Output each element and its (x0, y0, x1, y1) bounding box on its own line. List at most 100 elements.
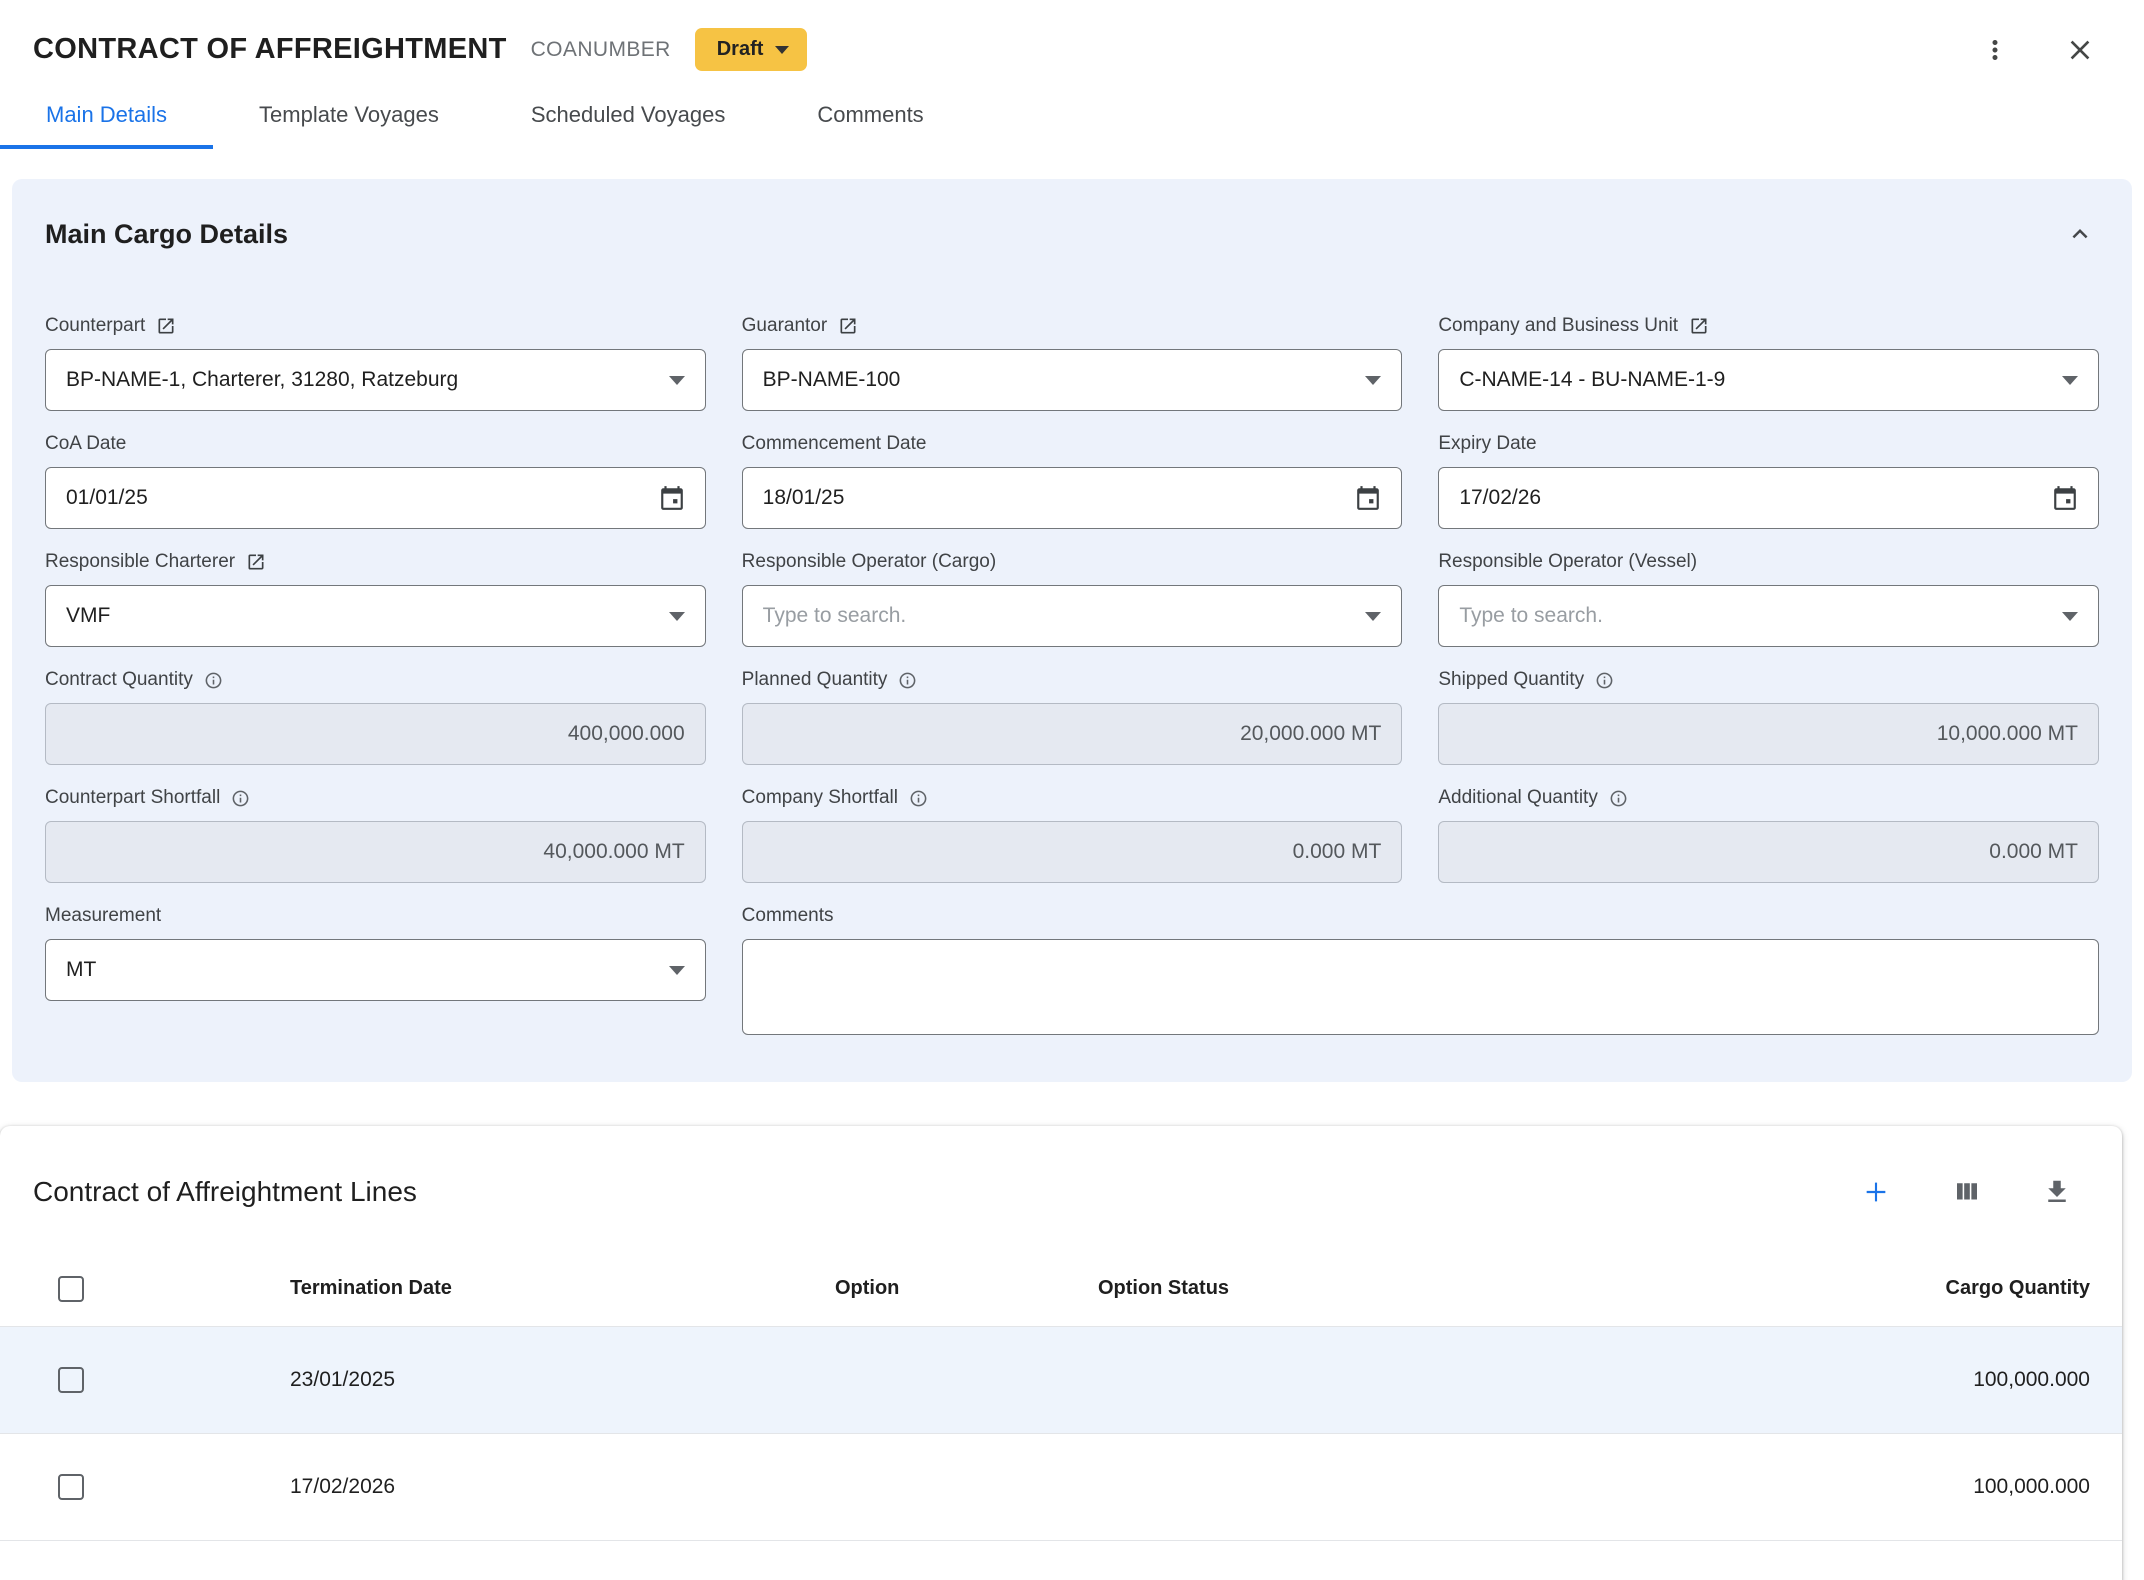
info-icon[interactable] (898, 671, 917, 690)
external-link-icon[interactable] (838, 316, 858, 336)
cargo-quantity-cell: 100,000.000 (1528, 1326, 2122, 1433)
add-line-button[interactable] (1856, 1172, 1896, 1212)
info-icon[interactable] (909, 789, 928, 808)
info-icon[interactable] (1609, 789, 1628, 808)
comments-textarea[interactable] (742, 939, 2099, 1035)
commencement-date-input[interactable]: 18/01/25 (742, 467, 1403, 529)
comments-label: Comments (742, 905, 834, 927)
expiry-date-input[interactable]: 17/02/26 (1438, 467, 2099, 529)
plus-icon (1860, 1176, 1892, 1208)
chevron-down-icon (2062, 376, 2078, 385)
shipped-quantity-label: Shipped Quantity (1438, 669, 1584, 691)
responsible-operator-vessel-label: Responsible Operator (Vessel) (1438, 551, 1697, 573)
external-link-icon[interactable] (156, 316, 176, 336)
responsible-charterer-label: Responsible Charterer (45, 551, 235, 573)
guarantor-select[interactable]: BP-NAME-100 (742, 349, 1403, 411)
commencement-date-label: Commencement Date (742, 433, 927, 455)
more-options-button[interactable] (1976, 31, 2014, 69)
company-business-unit-value: C-NAME-14 - BU-NAME-1-9 (1459, 368, 1725, 392)
company-shortfall-label: Company Shortfall (742, 787, 898, 809)
info-icon[interactable] (231, 789, 250, 808)
contract-quantity-value: 400,000.000 (568, 722, 685, 746)
expiry-date-label: Expiry Date (1438, 433, 1536, 455)
download-icon (2042, 1177, 2072, 1207)
collapse-section-button[interactable] (2061, 215, 2099, 253)
calendar-icon[interactable] (2052, 485, 2078, 511)
responsible-operator-cargo-input[interactable]: Type to search. (742, 585, 1403, 647)
header-actions (1976, 30, 2100, 70)
close-icon (2064, 34, 2096, 66)
column-settings-button[interactable] (1948, 1173, 1986, 1211)
info-icon[interactable] (204, 671, 223, 690)
responsible-charterer-select[interactable]: VMF (45, 585, 706, 647)
coa-date-value: 01/01/25 (66, 486, 148, 510)
column-header-cargo-quantity[interactable]: Cargo Quantity (1528, 1252, 2122, 1326)
planned-quantity-value: 20,000.000 MT (1240, 722, 1381, 746)
field-responsible-operator-vessel: Responsible Operator (Vessel) Type to se… (1438, 551, 2099, 647)
coa-date-input[interactable]: 01/01/25 (45, 467, 706, 529)
close-button[interactable] (2060, 30, 2100, 70)
field-contract-quantity: Contract Quantity 400,000.000 (45, 669, 706, 765)
company-business-unit-select[interactable]: C-NAME-14 - BU-NAME-1-9 (1438, 349, 2099, 411)
coa-lines-section: Contract of Affreightment Lines (0, 1126, 2122, 1580)
page-title: CONTRACT OF AFFREIGHTMENT (33, 33, 507, 66)
calendar-icon[interactable] (1355, 485, 1381, 511)
field-responsible-operator-cargo: Responsible Operator (Cargo) Type to sea… (742, 551, 1403, 647)
counterpart-select[interactable]: BP-NAME-1, Charterer, 31280, Ratzeburg (45, 349, 706, 411)
column-header-option-status[interactable]: Option Status (1098, 1252, 1528, 1326)
counterpart-shortfall-field: 40,000.000 MT (45, 821, 706, 883)
tab-scheduled-voyages[interactable]: Scheduled Voyages (485, 85, 772, 149)
termination-date-cell: 23/01/2025 (290, 1326, 835, 1433)
option-status-cell (1098, 1433, 1528, 1540)
company-shortfall-field: 0.000 MT (742, 821, 1403, 883)
field-planned-quantity: Planned Quantity 20,000.000 MT (742, 669, 1403, 765)
responsible-operator-cargo-label: Responsible Operator (Cargo) (742, 551, 997, 573)
field-shipped-quantity: Shipped Quantity 10,000.000 MT (1438, 669, 2099, 765)
row-checkbox[interactable] (58, 1367, 84, 1393)
field-company-shortfall: Company Shortfall 0.000 MT (742, 787, 1403, 883)
expiry-date-value: 17/02/26 (1459, 486, 1541, 510)
download-button[interactable] (2038, 1173, 2076, 1211)
external-link-icon[interactable] (246, 552, 266, 572)
coa-lines-title: Contract of Affreightment Lines (33, 1176, 417, 1208)
measurement-select[interactable]: MT (45, 939, 706, 1001)
contract-quantity-field: 400,000.000 (45, 703, 706, 765)
columns-icon (1952, 1177, 1982, 1207)
select-all-checkbox[interactable] (58, 1276, 84, 1302)
responsible-operator-vessel-input[interactable]: Type to search. (1438, 585, 2099, 647)
calendar-icon[interactable] (659, 485, 685, 511)
tab-template-voyages[interactable]: Template Voyages (213, 85, 485, 149)
tab-comments[interactable]: Comments (771, 85, 969, 149)
column-header-termination-date[interactable]: Termination Date (290, 1252, 835, 1326)
additional-quantity-label: Additional Quantity (1438, 787, 1598, 809)
field-measurement: Measurement MT (45, 905, 706, 1001)
company-shortfall-value: 0.000 MT (1293, 840, 1382, 864)
coa-date-label: CoA Date (45, 433, 126, 455)
chevron-up-icon (2065, 219, 2095, 249)
field-counterpart-shortfall: Counterpart Shortfall 40,000.000 MT (45, 787, 706, 883)
contract-quantity-label: Contract Quantity (45, 669, 193, 691)
chevron-down-icon (1365, 612, 1381, 621)
counterpart-shortfall-value: 40,000.000 MT (543, 840, 684, 864)
table-row[interactable]: 17/02/2026 100,000.000 (0, 1433, 2122, 1540)
field-guarantor: Guarantor BP-NAME-100 (742, 315, 1403, 411)
field-commencement-date: Commencement Date 18/01/25 (742, 433, 1403, 529)
contract-number: COANUMBER (531, 38, 671, 62)
coa-lines-header: Contract of Affreightment Lines (0, 1126, 2122, 1238)
chevron-down-icon (669, 966, 685, 975)
tab-main-details[interactable]: Main Details (0, 85, 213, 149)
status-badge[interactable]: Draft (695, 28, 808, 71)
main-cargo-details-section: Main Cargo Details Counterpart BP-NAME-1… (12, 179, 2132, 1082)
shipped-quantity-field: 10,000.000 MT (1438, 703, 2099, 765)
cargo-quantity-cell: 100,000.000 (1528, 1433, 2122, 1540)
guarantor-label: Guarantor (742, 315, 828, 337)
table-row[interactable]: 23/01/2025 100,000.000 (0, 1326, 2122, 1433)
row-checkbox[interactable] (58, 1474, 84, 1500)
commencement-date-value: 18/01/25 (763, 486, 845, 510)
info-icon[interactable] (1595, 671, 1614, 690)
column-header-option[interactable]: Option (835, 1252, 1098, 1326)
external-link-icon[interactable] (1689, 316, 1709, 336)
responsible-charterer-value: VMF (66, 604, 110, 628)
chevron-down-icon (1365, 376, 1381, 385)
responsible-operator-cargo-placeholder: Type to search. (763, 604, 907, 628)
